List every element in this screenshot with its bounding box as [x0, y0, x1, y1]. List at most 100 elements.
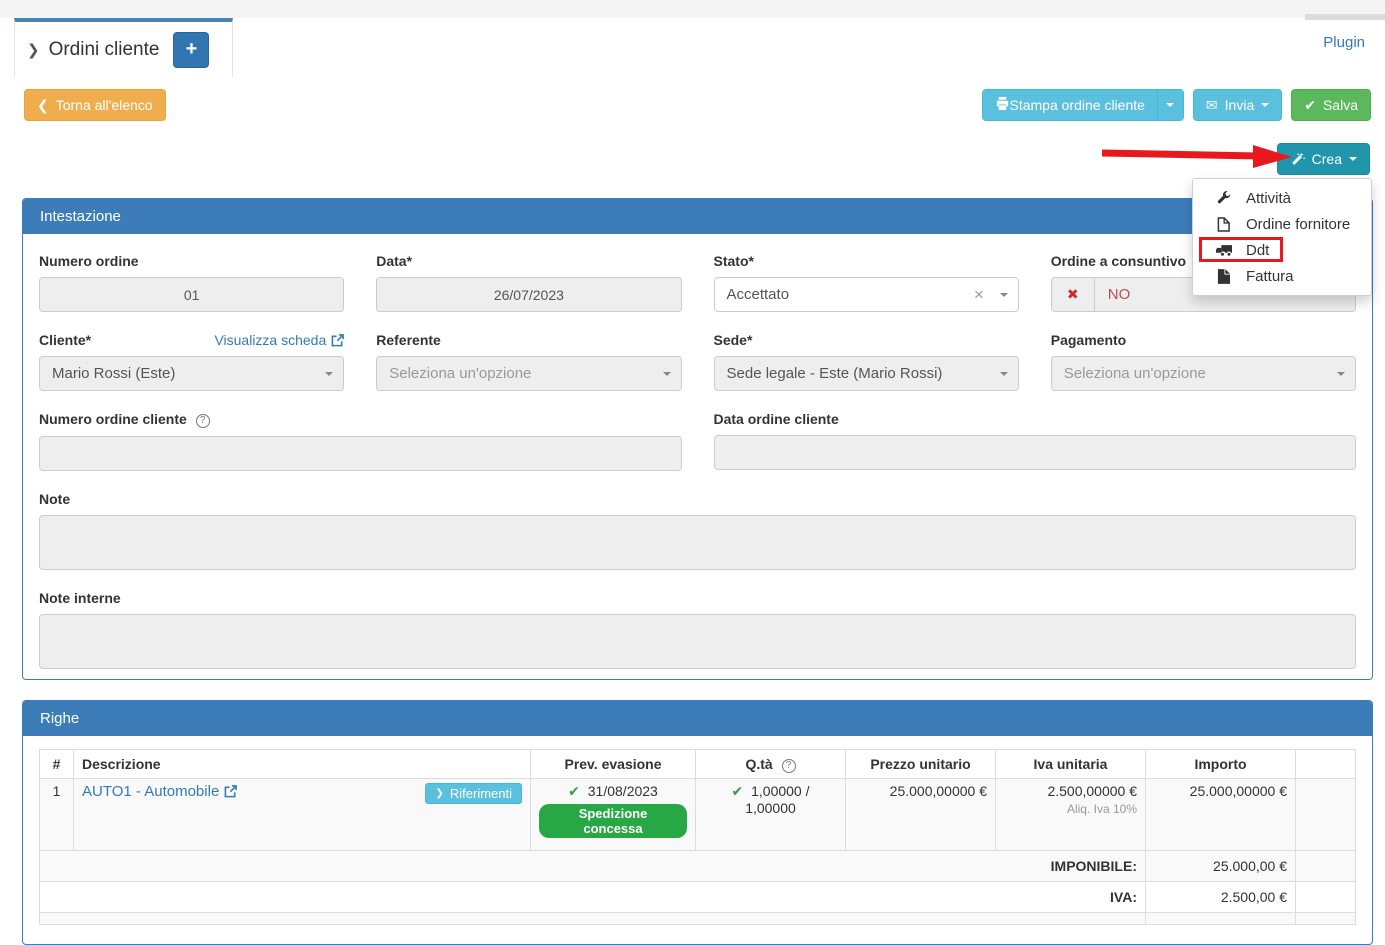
- menu-item-label: Ddt: [1246, 242, 1269, 259]
- field-numero-ordine: Numero ordine 01: [39, 247, 344, 312]
- field-stato: Stato* Accettato ×: [714, 247, 1019, 312]
- ordine-consuntivo-label: Ordine a consuntivo: [1051, 253, 1186, 269]
- note-interne-label: Note interne: [39, 590, 121, 606]
- visualizza-scheda-link[interactable]: Visualizza scheda: [214, 332, 344, 348]
- pagamento-select[interactable]: Seleziona un'opzione: [1051, 356, 1356, 391]
- riferimenti-label: Riferimenti: [450, 786, 512, 801]
- menu-item-fattura[interactable]: Fattura: [1193, 263, 1371, 289]
- article-label: AUTO1 - Automobile: [82, 783, 219, 800]
- note-textarea[interactable]: [39, 515, 1356, 570]
- table-row: 1 AUTO1 - Automobile ❯ Riferim: [40, 779, 1356, 851]
- col-prev-evasione: Prev. evasione: [531, 750, 696, 779]
- table-header-row: # Descrizione Prev. evasione Q.tà ? Prez…: [40, 750, 1356, 779]
- print-order-label: Stampa ordine cliente: [1010, 97, 1145, 113]
- data-ordine-cliente-label: Data ordine cliente: [714, 411, 839, 427]
- field-cliente: Cliente* Visualizza scheda Mario Rossi (…: [39, 326, 344, 391]
- imponibile-label: IMPONIBILE:: [40, 851, 1146, 882]
- chevron-left-icon: ❮: [37, 97, 49, 114]
- imponibile-value: 25.000,00 €: [1146, 851, 1296, 882]
- col-iva-unitaria: Iva unitaria: [996, 750, 1146, 779]
- caret-down-icon: [1337, 372, 1345, 376]
- row-iva-cell: 2.500,00000 € Aliq. Iva 10%: [996, 779, 1146, 851]
- sede-select[interactable]: Sede legale - Este (Mario Rossi): [714, 356, 1019, 391]
- add-order-button[interactable]: +: [173, 32, 209, 68]
- cliente-select[interactable]: Mario Rossi (Este): [39, 356, 344, 391]
- check-icon: ✔: [568, 783, 580, 799]
- create-button[interactable]: Crea: [1277, 143, 1370, 175]
- cliente-value: Mario Rossi (Este): [52, 365, 325, 382]
- row-qta-cell: ✔ 1,00000 / 1,00000: [696, 779, 846, 851]
- tab-ordini-cliente[interactable]: ❯ Ordini cliente +: [14, 18, 233, 77]
- save-label: Salva: [1323, 97, 1358, 113]
- col-actions: [1296, 750, 1356, 779]
- data-ordine-cliente-input[interactable]: [714, 435, 1357, 470]
- save-button[interactable]: ✔ Salva: [1291, 89, 1371, 121]
- panel-righe-title: Righe: [23, 701, 1372, 736]
- col-importo: Importo: [1146, 750, 1296, 779]
- row-descrizione-cell: AUTO1 - Automobile ❯ Riferimenti: [74, 779, 531, 851]
- back-to-list-button[interactable]: ❮ Torna all'elenco: [24, 89, 166, 121]
- note-label: Note: [39, 491, 70, 507]
- plugin-link[interactable]: Plugin: [1323, 34, 1365, 51]
- numero-ordine-cliente-input[interactable]: [39, 436, 682, 471]
- data-label: Data*: [376, 253, 412, 269]
- back-to-list-label: Torna all'elenco: [56, 97, 153, 113]
- col-num: #: [40, 750, 74, 779]
- send-button[interactable]: ✉ Invia: [1193, 89, 1282, 121]
- field-note-interne: Note interne: [39, 584, 1356, 669]
- article-link[interactable]: AUTO1 - Automobile: [82, 783, 237, 800]
- menu-item-label: Fattura: [1246, 268, 1294, 285]
- print-order-button[interactable]: Stampa ordine cliente: [983, 90, 1157, 120]
- total-row-iva: IVA: 2.500,00 €: [40, 882, 1356, 913]
- check-icon: ✔: [731, 783, 743, 799]
- total-row-imponibile: IMPONIBILE: 25.000,00 €: [40, 851, 1356, 882]
- riferimenti-button[interactable]: ❯ Riferimenti: [425, 783, 522, 804]
- stato-select[interactable]: Accettato ×: [714, 277, 1019, 312]
- sede-value: Sede legale - Este (Mario Rossi): [727, 365, 1000, 382]
- field-data-ordine-cliente: Data ordine cliente: [714, 405, 1357, 471]
- create-dropdown-menu: Attività Ordine fornitore Ddt Fattura: [1192, 178, 1372, 296]
- numero-ordine-input[interactable]: 01: [39, 277, 344, 312]
- print-order-split-button: Stampa ordine cliente: [982, 89, 1184, 121]
- annotation-arrow: [1098, 142, 1294, 170]
- field-sede: Sede* Sede legale - Este (Mario Rossi): [714, 326, 1019, 391]
- row-prezzo-cell: 25.000,00000 €: [846, 779, 996, 851]
- note-interne-textarea[interactable]: [39, 614, 1356, 669]
- referente-select[interactable]: Seleziona un'opzione: [376, 356, 681, 391]
- field-numero-ordine-cliente: Numero ordine cliente ?: [39, 405, 682, 471]
- check-icon: ✔: [1304, 97, 1316, 114]
- toolbar: ❮ Torna all'elenco Stampa ordine cliente…: [24, 89, 1371, 121]
- pagamento-placeholder: Seleziona un'opzione: [1064, 365, 1337, 382]
- col-qta: Q.tà ?: [696, 750, 846, 779]
- col-descrizione: Descrizione: [74, 750, 531, 779]
- shipping-status-badge: Spedizione concessa: [539, 804, 687, 838]
- row-prev-evasione-cell: ✔ 31/08/2023 Spedizione concessa: [531, 779, 696, 851]
- col-prezzo-unitario: Prezzo unitario: [846, 750, 996, 779]
- numero-ordine-cliente-label: Numero ordine cliente: [39, 411, 187, 427]
- menu-item-label: Attività: [1246, 190, 1291, 207]
- iva-total-value: 2.500,00 €: [1146, 882, 1296, 913]
- caret-down-icon: [1000, 372, 1008, 376]
- print-order-dropdown-toggle[interactable]: [1157, 90, 1183, 120]
- field-data: Data* 26/07/2023: [376, 247, 681, 312]
- prev-evasione-date: 31/08/2023: [588, 783, 658, 799]
- menu-item-ddt[interactable]: Ddt: [1193, 237, 1371, 263]
- numero-ordine-label: Numero ordine: [39, 253, 139, 269]
- menu-item-attivita[interactable]: Attività: [1193, 185, 1371, 211]
- caret-down-icon: [325, 372, 333, 376]
- data-input[interactable]: 26/07/2023: [376, 277, 681, 312]
- cross-icon[interactable]: ✖: [1052, 278, 1095, 311]
- menu-item-label: Ordine fornitore: [1246, 216, 1350, 233]
- visualizza-scheda-label: Visualizza scheda: [214, 332, 326, 348]
- stato-label: Stato*: [714, 253, 754, 269]
- wrench-icon: [1215, 191, 1232, 205]
- help-icon: ?: [196, 414, 210, 428]
- clear-icon[interactable]: ×: [974, 285, 984, 305]
- panel-intestazione: Intestazione Numero ordine 01 Data* 26/0…: [22, 198, 1373, 680]
- menu-item-ordine-fornitore[interactable]: Ordine fornitore: [1193, 211, 1371, 237]
- external-link-icon: [224, 785, 237, 798]
- row-importo-cell: 25.000,00000 €: [1146, 779, 1296, 851]
- righe-table: # Descrizione Prev. evasione Q.tà ? Prez…: [39, 749, 1356, 925]
- chevron-right-icon: ❯: [27, 41, 40, 59]
- row-num: 1: [40, 779, 74, 851]
